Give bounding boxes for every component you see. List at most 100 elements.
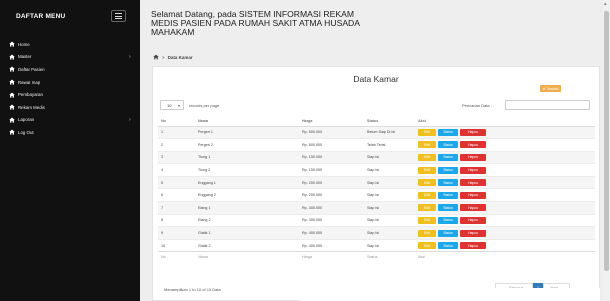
sidebar-item-daftar-pasien[interactable]: Daftar Pasien	[0, 63, 140, 76]
status-button[interactable]: Status	[438, 229, 458, 237]
sidebar-item-master[interactable]: Master ›	[0, 51, 140, 64]
table-row: 4 Tiung 2 Rp. 150.000 Siap Isi Edit Status Hap…	[158, 163, 595, 177]
cell-harga: Rp. 300.000	[299, 213, 364, 227]
records-per-page-select[interactable]: 10 ▾	[160, 100, 184, 110]
cell-status: Siap Isi	[364, 188, 415, 202]
sidebar-item-label: Master	[18, 54, 32, 60]
scroll-thumb[interactable]	[604, 11, 609, 271]
search-input[interactable]	[505, 100, 590, 110]
menu-toggle-button[interactable]	[111, 10, 126, 22]
status-button[interactable]: Status	[438, 179, 458, 187]
col-header-no[interactable]: No	[158, 117, 195, 127]
table-row: 6 Enggang 2 Rp. 200.000 Siap Isi Edit Status H…	[158, 188, 595, 202]
table-footer-row: No Nama Harga Status Aksi	[158, 251, 595, 261]
delete-button[interactable]: Hapus	[460, 128, 486, 136]
delete-button[interactable]: Hapus	[460, 191, 486, 199]
home-icon	[9, 117, 15, 123]
sidebar-item-label: Rawat Inap	[18, 79, 41, 85]
col-header-status[interactable]: Status	[364, 117, 415, 127]
cell-harga: Rp. 500.000	[299, 125, 364, 139]
table-header-row: No Nama Harga Status Aksi	[158, 117, 595, 127]
edit-button[interactable]: Edit	[418, 153, 436, 161]
cell-harga: Rp. 150.000	[299, 163, 364, 177]
sidebar-item-rawat-inap[interactable]: Rawat Inap	[0, 76, 140, 89]
cell-status: Belum Siap Di Isi	[364, 125, 415, 139]
cell-aksi: Edit Status Hapus	[415, 201, 595, 215]
cell-aksi: Edit Status Hapus	[415, 188, 595, 202]
cell-status: Siap Isi	[364, 150, 415, 164]
edit-button[interactable]: Edit	[418, 242, 436, 250]
scroll-up-icon[interactable]: ▴	[604, 2, 607, 7]
data-panel: Data Kamar ⊕ Tambah 10 ▾ records per pag…	[152, 66, 600, 301]
sidebar-item-label: Pembayaran	[18, 92, 43, 98]
table-row: 5 Enggang 1 Rp. 200.000 Siap Isi Edit Status H…	[158, 175, 595, 189]
cell-aksi: Edit Status Hapus	[415, 238, 595, 252]
cell-no: 9	[158, 226, 195, 240]
table-row: 8 Elang 2 Rp. 300.000 Siap Isi Edit Status Hap…	[158, 213, 595, 227]
delete-button[interactable]: Hapus	[460, 229, 486, 237]
cell-no: 7	[158, 201, 195, 215]
search-label: Pencarian Data :	[462, 103, 492, 108]
cell-nama: Pergeri 2	[195, 138, 299, 152]
table-body: 1 Pergeri 1 Rp. 500.000 Belum Siap Di Isi Ed…	[158, 125, 595, 252]
status-button[interactable]: Status	[438, 166, 458, 174]
table-controls: 10 ▾ records per page Pencarian Data :	[153, 100, 599, 110]
edit-button[interactable]: Edit	[418, 179, 436, 187]
cell-harga: Rp. 400.000	[299, 238, 364, 252]
sidebar-item-home[interactable]: Home	[0, 38, 140, 51]
sidebar-item-pembayaran[interactable]: Pembayaran	[0, 88, 140, 101]
col-header-harga[interactable]: Harga	[299, 117, 364, 127]
delete-button[interactable]: Hapus	[460, 216, 486, 224]
home-icon[interactable]	[153, 54, 159, 60]
home-icon	[9, 54, 15, 60]
add-button-label: Tambah	[546, 86, 559, 91]
breadcrumb-separator: >	[162, 54, 165, 60]
status-button[interactable]: Status	[438, 242, 458, 250]
status-button[interactable]: Status	[438, 128, 458, 136]
col-header-nama[interactable]: Nama	[195, 117, 299, 127]
chevron-down-icon: ▾	[177, 103, 180, 108]
status-button[interactable]: Status	[438, 204, 458, 212]
status-button[interactable]: Status	[438, 153, 458, 161]
delete-button[interactable]: Hapus	[460, 153, 486, 161]
delete-button[interactable]: Hapus	[460, 141, 486, 149]
delete-button[interactable]: Hapus	[460, 179, 486, 187]
sidebar-item-laporan[interactable]: Laporan ›	[0, 114, 140, 127]
status-button[interactable]: Status	[438, 216, 458, 224]
records-per-page-label: records per page	[189, 103, 220, 108]
status-button[interactable]: Status	[438, 191, 458, 199]
add-button[interactable]: ⊕ Tambah	[540, 85, 561, 92]
sidebar-item-log-out[interactable]: Log Out	[0, 126, 140, 139]
sidebar-item-label: Home	[18, 41, 30, 47]
home-icon	[9, 41, 15, 47]
cell-nama: Enggang 1	[195, 175, 299, 189]
edit-button[interactable]: Edit	[418, 216, 436, 224]
table-row: 10 Glatik 2 Rp. 400.000 Siap Isi Edit Status H…	[158, 238, 595, 252]
home-icon	[9, 129, 15, 136]
edit-button[interactable]: Edit	[418, 204, 436, 212]
page-scrollbar[interactable]: ▴	[603, 0, 610, 301]
cell-no: 1	[158, 125, 195, 139]
delete-button[interactable]: Hapus	[460, 242, 486, 250]
delete-button[interactable]: Hapus	[460, 204, 486, 212]
edit-button[interactable]: Edit	[418, 128, 436, 136]
edit-button[interactable]: Edit	[418, 191, 436, 199]
breadcrumb: > Data Kamar	[153, 54, 193, 60]
edit-button[interactable]: Edit	[418, 166, 436, 174]
sidebar-title: DAFTAR MENU	[16, 13, 66, 20]
status-button[interactable]: Status	[438, 141, 458, 149]
cell-harga: Rp. 300.000	[299, 201, 364, 215]
table-row: 7 Elang 1 Rp. 300.000 Siap Isi Edit Status Hap…	[158, 201, 595, 215]
edit-button[interactable]: Edit	[418, 229, 436, 237]
breadcrumb-current: Data Kamar	[167, 54, 193, 60]
plus-icon: ⊕	[542, 86, 546, 91]
cell-harga: Rp. 200.000	[299, 188, 364, 202]
bottom-overlay	[300, 288, 600, 301]
sidebar-item-rekam-medis[interactable]: Rekam Medis	[0, 101, 140, 114]
home-icon	[9, 104, 15, 110]
cell-harga: Rp. 150.000	[299, 150, 364, 164]
sidebar-item-label: Laporan	[18, 117, 35, 123]
delete-button[interactable]: Hapus	[460, 166, 486, 174]
cell-no: 8	[158, 213, 195, 227]
edit-button[interactable]: Edit	[418, 141, 436, 149]
